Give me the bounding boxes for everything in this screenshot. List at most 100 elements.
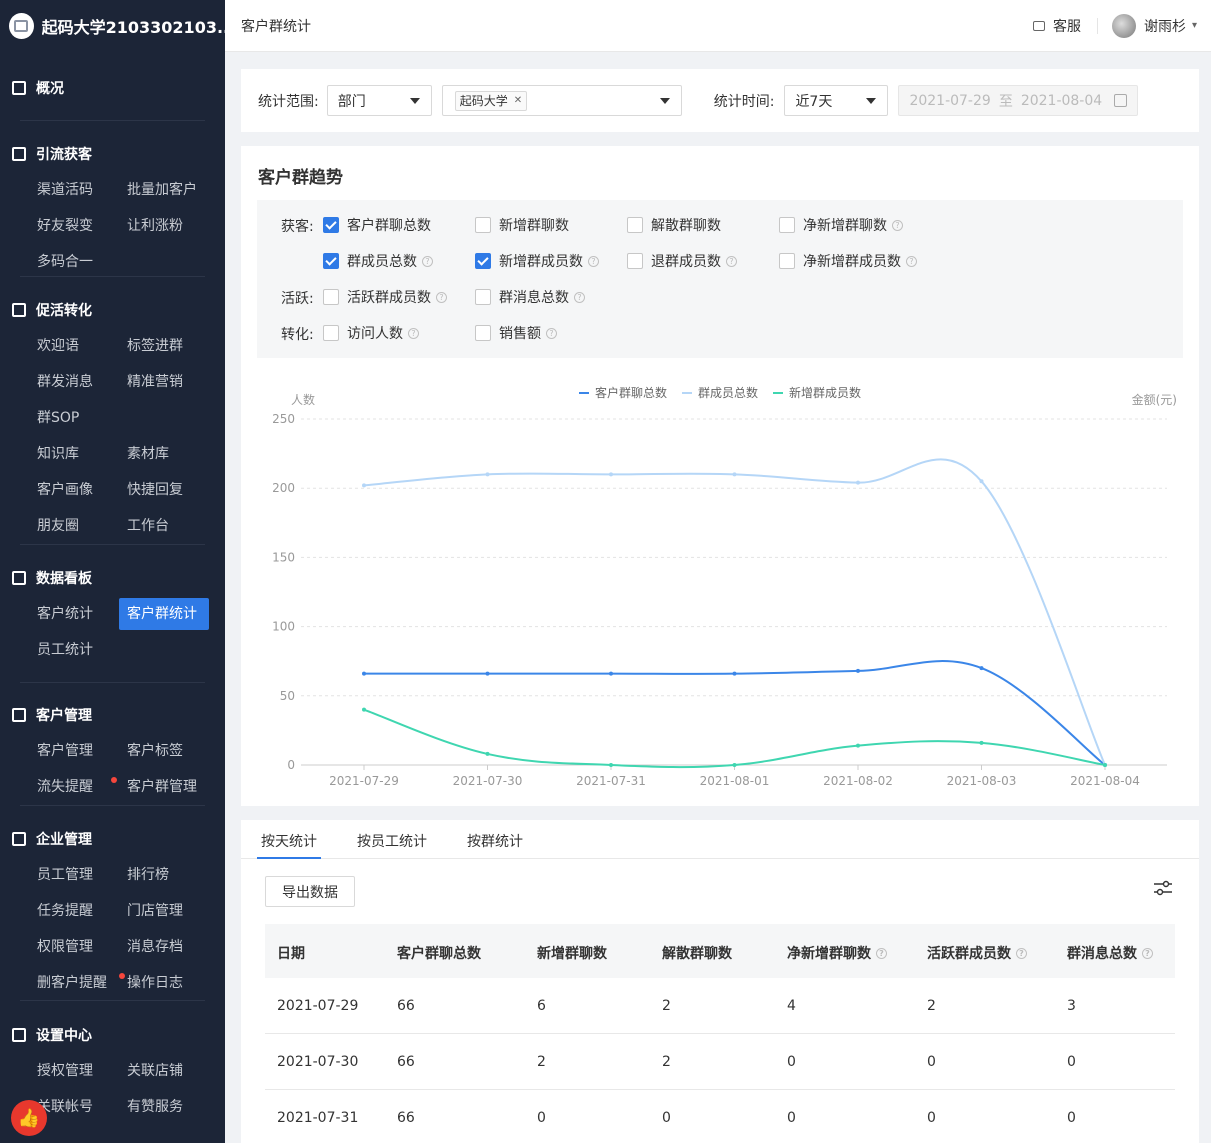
data-point[interactable] <box>609 763 613 767</box>
metric-checkbox[interactable]: 新增群聊数 <box>475 215 569 235</box>
sidebar-item[interactable]: 批量加客户 <box>119 172 209 208</box>
sidebar-item[interactable]: 朋友圈 <box>29 508 119 544</box>
data-point[interactable] <box>485 751 490 756</box>
metric-checkbox[interactable]: 群消息总数? <box>475 287 585 307</box>
sidebar-item[interactable]: 客户统计 <box>29 596 119 632</box>
checkbox-box[interactable] <box>323 253 339 269</box>
data-point[interactable] <box>1103 763 1107 767</box>
sidebar-item[interactable]: 欢迎语 <box>29 328 119 364</box>
sidebar-section-header[interactable]: 客户管理 <box>0 697 225 733</box>
dept-select[interactable]: 起码大学 ✕ <box>441 85 682 116</box>
username[interactable]: 谢雨杉 <box>1144 16 1186 36</box>
tab[interactable]: 按群统计 <box>467 831 523 851</box>
data-point[interactable] <box>485 472 490 477</box>
checkbox-box[interactable] <box>475 217 491 233</box>
sidebar-item[interactable]: 消息存档 <box>119 929 209 965</box>
data-point[interactable] <box>856 668 860 673</box>
checkbox-box[interactable] <box>475 253 491 269</box>
help-icon[interactable]: ? <box>546 327 557 339</box>
metric-checkbox[interactable]: 访问人数? <box>323 323 419 343</box>
time-select[interactable]: 近7天 <box>784 85 889 116</box>
sidebar-item[interactable]: 群SOP <box>29 400 119 436</box>
sidebar-item[interactable]: 授权管理 <box>29 1053 119 1089</box>
chevron-down-icon[interactable]: ▾ <box>1192 20 1197 31</box>
sidebar-item[interactable]: 知识库 <box>29 436 119 472</box>
checkbox-box[interactable] <box>779 217 795 233</box>
sidebar-item[interactable]: 快捷回复 <box>119 472 209 508</box>
sidebar-section-header[interactable]: 企业管理 <box>0 821 225 857</box>
sidebar-item[interactable]: 好友裂变 <box>29 208 119 244</box>
sidebar-section-header[interactable]: 促活转化 <box>0 292 225 328</box>
service-button[interactable]: 客服 <box>1032 16 1081 36</box>
data-point[interactable] <box>609 671 613 676</box>
sidebar-section-header[interactable]: 数据看板 <box>0 560 225 596</box>
data-point[interactable] <box>979 740 984 745</box>
help-icon[interactable]: ? <box>422 255 433 267</box>
sidebar-item[interactable]: 渠道活码 <box>29 172 119 208</box>
help-icon[interactable]: ? <box>408 327 419 339</box>
checkbox-box[interactable] <box>779 253 795 269</box>
metric-checkbox[interactable]: 客户群聊总数 <box>323 215 431 235</box>
sidebar-item[interactable]: 权限管理 <box>29 929 119 965</box>
sidebar-item[interactable]: 群发消息 <box>29 364 119 400</box>
sidebar-item[interactable]: 流失提醒 <box>29 769 119 805</box>
sidebar-item[interactable]: 操作日志 <box>119 965 209 1001</box>
sidebar-section-header[interactable]: 设置中心 <box>0 1017 225 1053</box>
sidebar-section-header[interactable]: 引流获客 <box>0 136 225 172</box>
help-icon[interactable]: ? <box>892 219 903 231</box>
sidebar-section-header[interactable]: 概况 <box>0 70 225 106</box>
sidebar-item[interactable]: 关联店铺 <box>119 1053 209 1089</box>
metric-checkbox[interactable]: 新增群成员数? <box>475 251 599 271</box>
help-icon[interactable]: ? <box>1142 947 1153 959</box>
sidebar-item[interactable]: 删客户提醒 <box>29 965 125 1001</box>
sidebar-item[interactable]: 排行榜 <box>119 857 209 893</box>
sidebar-item[interactable]: 客户群统计 <box>119 598 209 630</box>
sidebar-item[interactable]: 多码合一 <box>29 244 119 280</box>
checkbox-box[interactable] <box>627 217 643 233</box>
sidebar-item[interactable]: 客户管理 <box>29 733 119 769</box>
sidebar-item[interactable]: 工作台 <box>119 508 209 544</box>
checkbox-box[interactable] <box>323 289 339 305</box>
data-point[interactable] <box>856 743 860 748</box>
help-icon[interactable]: ? <box>1016 947 1027 959</box>
data-point[interactable] <box>609 472 613 477</box>
sliders-icon[interactable] <box>1153 880 1173 896</box>
export-button[interactable]: 导出数据 <box>265 876 355 907</box>
thumbs-up-icon[interactable]: 👍 <box>11 1100 47 1136</box>
close-icon[interactable]: ✕ <box>514 92 522 110</box>
sidebar-item[interactable]: 精准营销 <box>119 364 209 400</box>
help-icon[interactable]: ? <box>436 291 447 303</box>
sidebar-item[interactable]: 员工管理 <box>29 857 119 893</box>
sidebar-item[interactable]: 有赞服务 <box>119 1089 209 1125</box>
data-point[interactable] <box>485 671 490 676</box>
tab[interactable]: 按员工统计 <box>357 831 427 851</box>
checkbox-box[interactable] <box>627 253 643 269</box>
sidebar-item[interactable]: 门店管理 <box>119 893 209 929</box>
checkbox-box[interactable] <box>323 325 339 341</box>
metric-checkbox[interactable]: 净新增群聊数? <box>779 215 903 235</box>
help-icon[interactable]: ? <box>906 255 917 267</box>
sidebar-item[interactable]: 任务提醒 <box>29 893 119 929</box>
sidebar-item[interactable]: 客户标签 <box>119 733 209 769</box>
checkbox-box[interactable] <box>475 325 491 341</box>
data-point[interactable] <box>979 666 984 671</box>
help-icon[interactable]: ? <box>574 291 585 303</box>
metric-checkbox[interactable]: 净新增群成员数? <box>779 251 917 271</box>
legend-item[interactable]: 群成员总数 <box>682 385 758 400</box>
metric-checkbox[interactable]: 解散群聊数 <box>627 215 721 235</box>
data-point[interactable] <box>979 479 984 484</box>
sidebar-item[interactable]: 标签进群 <box>119 328 209 364</box>
data-point[interactable] <box>732 472 737 477</box>
legend-item[interactable]: 客户群聊总数 <box>579 385 667 400</box>
metric-checkbox[interactable]: 群成员总数? <box>323 251 433 271</box>
scope-select[interactable]: 部门 <box>326 85 432 116</box>
help-icon[interactable]: ? <box>588 255 599 267</box>
data-point[interactable] <box>362 671 366 676</box>
metric-checkbox[interactable]: 销售额? <box>475 323 557 343</box>
metric-checkbox[interactable]: 退群成员数? <box>627 251 737 271</box>
help-icon[interactable]: ? <box>726 255 737 267</box>
avatar[interactable] <box>1111 13 1136 38</box>
legend-item[interactable]: 新增群成员数 <box>773 385 861 400</box>
sidebar-item[interactable]: 员工统计 <box>29 632 119 668</box>
date-range-picker[interactable]: 2021-07-29 至 2021-08-04 <box>898 85 1139 116</box>
